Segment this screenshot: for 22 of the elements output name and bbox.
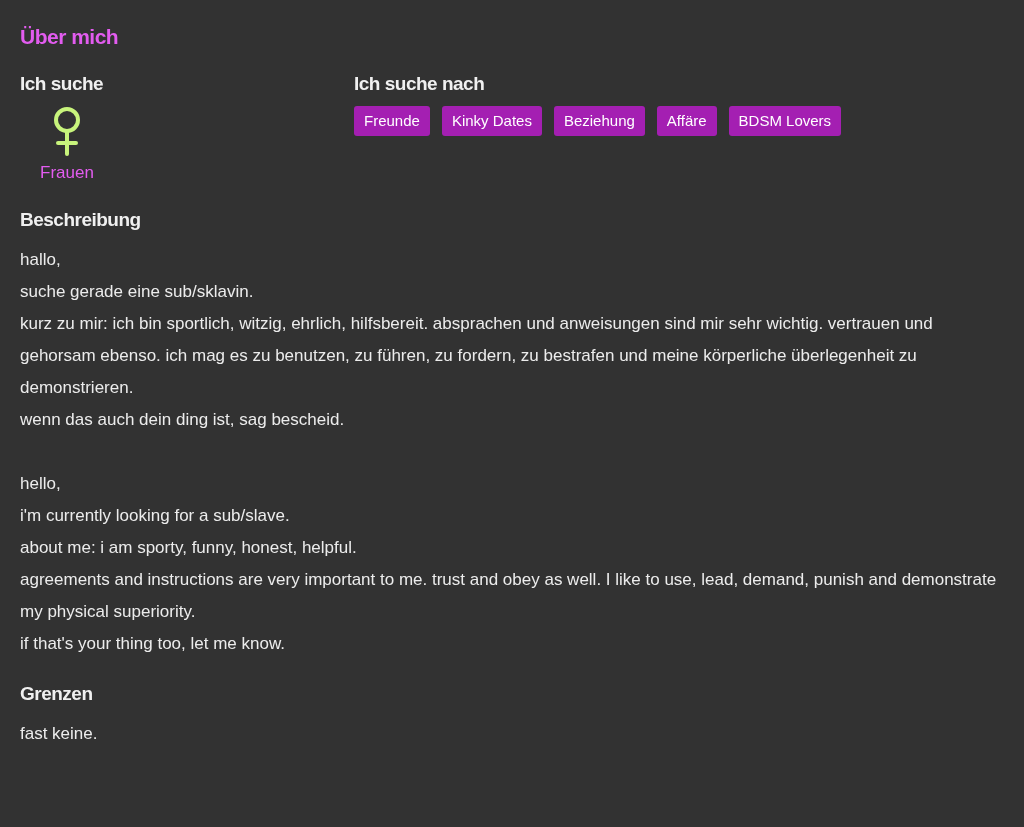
section-heading: Beschreibung [20,207,142,232]
interest-tag: Affäre [656,106,717,136]
description-text: i'm currently looking for a sub/slave. [20,504,291,527]
description-text: about me: i am sporty, funny, honest, helpful. [20,536,358,559]
section-heading: Grenzen [20,681,94,706]
interest-tag: Freunde [354,106,430,136]
gender-label: Frauen [40,162,94,184]
interest-tag: BDSM Lovers [728,106,842,136]
description-text: if that's your thing too, let me know. [20,632,286,655]
limits-text: fast keine. [20,722,99,745]
description-text: suche gerade eine sub/sklavin. [20,280,255,303]
interest-tag: Kinky Dates [441,106,542,136]
female-symbol-icon [53,106,81,156]
interest-tag: Beziehung [553,106,645,136]
section-title: Über mich [20,24,120,50]
section-heading: Ich suche nach [354,72,486,96]
section-heading: Ich suche [20,72,105,96]
description-text: hallo, [20,248,62,271]
description-text: kurz zu mir: ich bin sportlich, witzig, ehrlich, hilfsbereit. absprachen und anweisungen sind mir sehr wichtig. vertrauen und gehorsam ebenso. ich mag es zu benutzen, zu führen, zu fordern, zu bestrafen und meine körperliche überlegenheit zu demonstrieren. [20,312,934,399]
description-text: agreements and instructions are very important to me. trust and obey as well. I like to use, lead, demand, punish and demonstrate my physical superiority. [20,568,998,623]
description-text: hello, [20,472,62,495]
description-text: wenn das auch dein ding ist, sag bescheid. [20,408,346,431]
